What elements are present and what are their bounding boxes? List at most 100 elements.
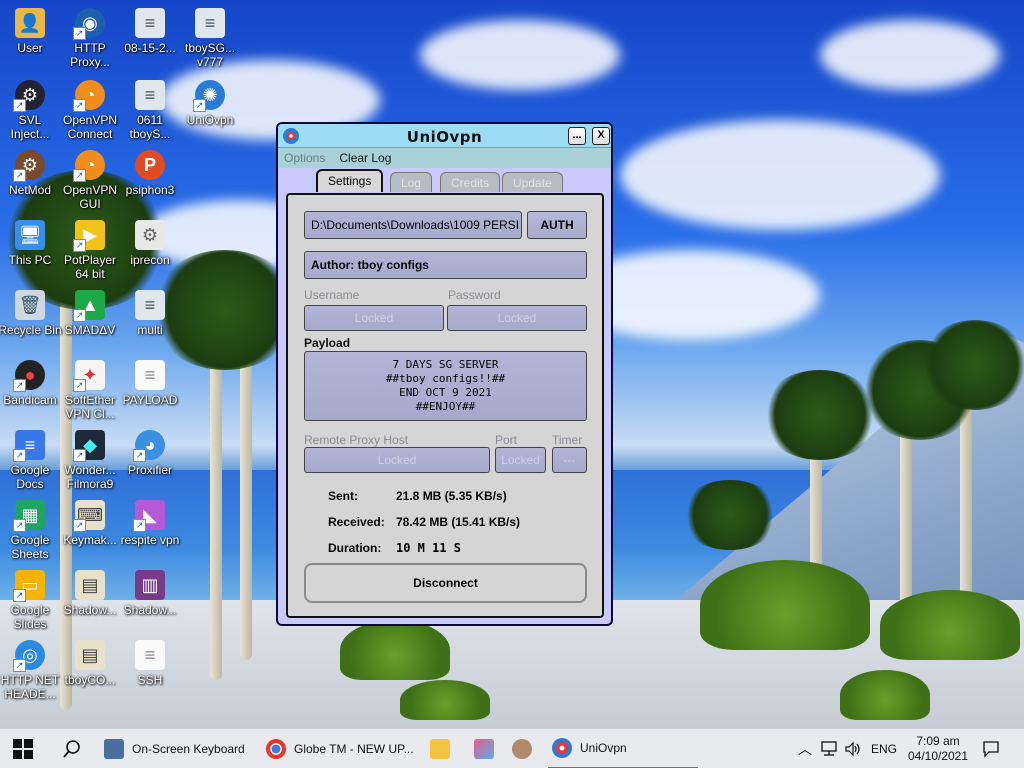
notification-center-button[interactable] [982,729,1000,768]
clock-date: 04/10/2021 [907,749,969,763]
openvpn-icon: ◔ [73,150,105,182]
network-tray-button[interactable] [820,729,838,768]
remote-proxy-label: Remote Proxy Host [304,433,409,447]
desktop-icon-proxifier[interactable]: ◕ Proxifier [118,430,182,477]
desktop-icon-ssh[interactable]: ≡ SSH [118,640,182,687]
desktop-icon-multi[interactable]: ≡ multi [118,290,182,337]
volume-tray-button[interactable] [844,729,862,768]
desktop-icon-http-net[interactable]: ◎ HTTP NET HEADE... [0,640,62,701]
google-sheets-icon: ▦ [13,500,45,532]
potplayer-icon: ▶ [73,220,105,252]
tab-log[interactable]: Log [390,172,433,192]
desktop-icon-bandicam[interactable]: ● Bandicam [0,360,62,407]
desktop-icon-payload[interactable]: ≡ PAYLOAD [118,360,182,407]
tab-credits[interactable]: Credits [440,172,501,192]
desktop-icon-http-proxy[interactable]: ◉ HTTP Proxy... [58,8,122,69]
desktop-icon-google-docs[interactable]: ≡ Google Docs [0,430,62,491]
proxifier-icon: ◕ [133,430,165,462]
clock-time: 7:09 am [916,734,960,748]
taskbar-item-label: Globe TM - NEW UP... [294,742,414,756]
desktop-icon-svl[interactable]: ⚙ SVL Inject... [0,80,62,141]
desktop-icon-filmora[interactable]: ◆ Wonder... Filmora9 [58,430,122,491]
timer-label: Timer [552,433,583,447]
notification-icon [983,741,999,758]
desktop-icon-shadow-2[interactable]: ▥ Shadow... [118,570,182,617]
desktop-icon-tboysg[interactable]: ≡ tboySG... v777 [178,8,242,69]
username-field[interactable]: Locked [304,305,444,331]
received-label: Received: [328,515,385,529]
show-hidden-icons-button[interactable]: ︿ [798,729,812,768]
taskbar-item-onscreen-keyboard[interactable]: On-Screen Keyboard [104,729,254,768]
bandicam-icon: ● [13,360,45,392]
respite-vpn-icon: ◣ [133,500,165,532]
search-button[interactable] [62,729,82,768]
search-icon [63,740,80,758]
disconnect-button[interactable]: Disconnect [304,563,587,603]
menu-bar: Options Clear Log [278,148,611,168]
desktop-icon-openvpn-gui[interactable]: ◔ OpenVPN GUI [58,150,122,211]
menu-clear-log[interactable]: Clear Log [339,151,391,165]
desktop-icon-psiphon[interactable]: P psiphon3 [118,150,182,197]
taskbar-item-chrome[interactable]: Globe TM - NEW UP... [266,729,416,768]
desktop-icon-google-slides[interactable]: ▭ Google Slides [0,570,62,631]
tab-update[interactable]: Update [502,172,563,192]
minimize-button[interactable]: ... [568,127,586,145]
taskbar-item-tool[interactable] [474,729,502,768]
payload-label: Payload [304,336,351,350]
document-icon: ≡ [135,80,165,110]
desktop-icon-uniovpn[interactable]: ✺ UniOvpn [178,80,242,127]
app-icon [512,739,532,759]
remote-proxy-field[interactable]: Locked [304,447,490,473]
tab-settings[interactable]: Settings [316,169,384,192]
desktop-icon-softether[interactable]: ✦ SoftEther VPN Cl... [58,360,122,421]
desktop-icon-openvpn-connect[interactable]: ◔ OpenVPN Connect [58,80,122,141]
chrome-icon [266,739,286,759]
auth-button[interactable]: AUTH [527,211,587,239]
text-file-icon: ≡ [135,360,165,390]
payload-field[interactable]: 7 DAYS SG SERVER ##tboy configs!!## END … [304,351,587,421]
desktop-icon-respite-vpn[interactable]: ◣ respite vpn [118,500,182,547]
desktop-icon-shadow-1[interactable]: ▤ Shadow... [58,570,122,617]
uniovpn-window: UniOvpn ... X Options Clear Log Settings… [276,122,613,626]
smadav-icon: ▲ [73,290,105,322]
start-button[interactable] [12,729,34,768]
desktop-icon-netmod[interactable]: ⚙ NetMod [0,150,62,197]
desktop-icon-keymaker[interactable]: ⌨ Keymak... [58,500,122,547]
desktop-icon-google-sheets[interactable]: ▦ Google Sheets [0,500,62,561]
window-title: UniOvpn [406,128,483,146]
desktop-icon-this-pc[interactable]: 🖥 This PC [0,220,62,267]
taskbar-item-uniovpn[interactable]: UniOvpn [548,729,698,768]
desktop-icon-tboyco[interactable]: ▤ tboyCO... [58,640,122,687]
desktop-icon-user[interactable]: 👤 User [0,8,62,55]
psiphon-icon: P [135,150,165,180]
taskbar-item-file-explorer[interactable] [430,729,458,768]
language-indicator[interactable]: ENG [871,729,897,768]
config-path-field[interactable]: D:\Documents\Downloads\1009 PERSI [304,211,522,239]
google-slides-icon: ▭ [13,570,45,602]
desktop-icon-0611[interactable]: ≡ 0611 tboyS... [118,80,182,141]
user-folder-icon: 👤 [15,8,45,38]
desktop-icon-smadav[interactable]: ▲ SMADΔV [58,290,122,337]
desktop-icon-recycle-bin[interactable]: 🗑 Recycle Bin [0,290,62,337]
password-field[interactable]: Locked [447,305,587,331]
desktop-icon-file-0815[interactable]: ≡ 08-15-2... [118,8,182,55]
received-value: 78.42 MB (15.41 KB/s) [396,515,521,529]
winrar-icon: ▥ [135,570,165,600]
port-field[interactable]: Locked [495,447,546,473]
uniovpn-icon [552,738,572,758]
taskbar-item-label: UniOvpn [580,741,627,755]
menu-options[interactable]: Options [284,151,325,165]
payload-line: 7 DAYS SG SERVER [392,358,499,371]
close-button[interactable]: X [592,127,610,145]
desktop-icon-potplayer[interactable]: ▶ PotPlayer 64 bit [58,220,122,281]
author-field: Author: tboy configs [304,251,587,279]
http-proxy-icon: ◉ [73,8,105,40]
sent-label: Sent: [328,489,358,503]
timer-field[interactable]: --- [552,447,587,473]
clock[interactable]: 7:09 am 04/10/2021 [906,729,970,768]
desktop-icon-iprecon[interactable]: ⚙ iprecon [118,220,182,267]
port-label: Port [495,433,518,447]
tool-icon [474,739,494,759]
taskbar-item-app[interactable] [512,729,540,768]
title-bar[interactable]: UniOvpn ... X [278,124,611,148]
